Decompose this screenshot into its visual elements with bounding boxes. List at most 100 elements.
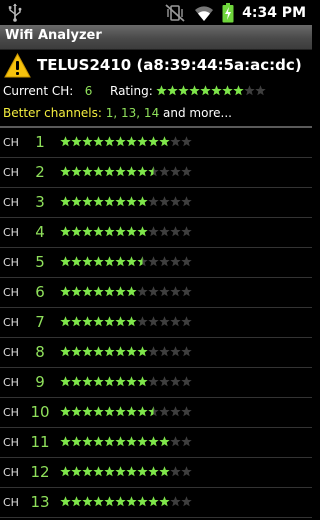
channel-rating-stars — [60, 466, 192, 477]
star-full-icon — [104, 436, 115, 447]
star-empty-icon — [159, 316, 170, 327]
star-full-icon — [104, 346, 115, 357]
channel-row-label: CH — [3, 196, 19, 209]
star-empty-icon — [170, 256, 181, 267]
star-full-icon — [137, 406, 148, 417]
star-full-icon — [71, 376, 82, 387]
channel-row[interactable]: CH 4 — [0, 218, 312, 248]
channel-row-label: CH — [3, 466, 19, 479]
channel-row[interactable]: CH 1 — [0, 128, 312, 158]
wifi-icon — [195, 5, 214, 21]
channel-rating-stars — [60, 226, 192, 237]
star-full-icon — [148, 496, 159, 507]
star-full-icon — [159, 136, 170, 147]
star-empty-icon — [159, 226, 170, 237]
star-full-icon — [159, 466, 170, 477]
channel-row[interactable]: CH 7 — [0, 308, 312, 338]
app-title: Wifi Analyzer — [5, 28, 102, 43]
star-empty-icon — [170, 136, 181, 147]
star-full-icon — [178, 85, 189, 96]
star-full-icon — [159, 436, 170, 447]
star-full-icon — [115, 436, 126, 447]
star-full-icon — [60, 496, 71, 507]
channel-row[interactable]: CH 3 — [0, 188, 312, 218]
star-full-icon — [71, 166, 82, 177]
channel-rating-stars — [60, 196, 192, 207]
star-empty-icon — [170, 316, 181, 327]
star-full-icon — [104, 406, 115, 417]
star-full-icon — [137, 376, 148, 387]
star-full-icon — [82, 226, 93, 237]
better-channels-label: Better channels: — [3, 106, 102, 120]
channel-row[interactable]: CH 8 — [0, 338, 312, 368]
star-full-icon — [137, 346, 148, 357]
star-full-icon — [93, 166, 104, 177]
channel-number: 8 — [35, 343, 45, 361]
star-full-icon — [115, 376, 126, 387]
channel-rating-stars — [60, 286, 192, 297]
star-empty-icon — [148, 346, 159, 357]
star-full-icon — [71, 316, 82, 327]
channel-row-label: CH — [3, 256, 19, 269]
star-full-icon — [82, 256, 93, 267]
star-full-icon — [71, 406, 82, 417]
star-full-icon — [126, 256, 137, 267]
star-full-icon — [82, 406, 93, 417]
star-full-icon — [71, 346, 82, 357]
channel-row[interactable]: CH 13 — [0, 488, 312, 518]
rating-stars — [156, 85, 266, 96]
star-full-icon — [93, 466, 104, 477]
channel-row[interactable]: CH 12 — [0, 458, 312, 488]
channel-row-label: CH — [3, 286, 19, 299]
star-empty-icon — [159, 256, 170, 267]
star-empty-icon — [170, 286, 181, 297]
channel-row[interactable]: CH 11 — [0, 428, 312, 458]
star-empty-icon — [159, 196, 170, 207]
star-full-icon — [148, 136, 159, 147]
star-full-icon — [60, 226, 71, 237]
star-full-icon — [93, 376, 104, 387]
star-empty-icon — [159, 166, 170, 177]
channel-number: 1 — [35, 133, 45, 151]
channel-number: 5 — [35, 253, 45, 271]
star-full-icon — [189, 85, 200, 96]
star-empty-icon — [181, 406, 192, 417]
star-full-icon — [159, 496, 170, 507]
star-full-icon — [126, 436, 137, 447]
channel-row[interactable]: CH 2 — [0, 158, 312, 188]
star-full-icon — [82, 496, 93, 507]
star-full-icon — [104, 226, 115, 237]
channel-row-label: CH — [3, 346, 19, 359]
vibrate-mute-icon — [165, 3, 185, 22]
star-full-icon — [167, 85, 178, 96]
star-full-icon — [82, 376, 93, 387]
star-full-icon — [126, 346, 137, 357]
channel-number: 11 — [30, 433, 50, 451]
star-empty-icon — [181, 376, 192, 387]
star-full-icon — [126, 376, 137, 387]
channel-rating-stars — [60, 316, 192, 327]
channel-row[interactable]: CH 10 — [0, 398, 312, 428]
star-empty-icon — [181, 286, 192, 297]
star-full-icon — [211, 85, 222, 96]
star-full-icon — [115, 256, 126, 267]
star-empty-icon — [170, 376, 181, 387]
star-full-icon — [82, 286, 93, 297]
channel-row[interactable]: CH 9 — [0, 368, 312, 398]
star-empty-icon — [159, 346, 170, 357]
star-full-icon — [71, 466, 82, 477]
star-full-icon — [82, 346, 93, 357]
star-full-icon — [93, 346, 104, 357]
channel-rating-list[interactable]: CH 1 CH 2 CH 3 CH 4 CH 5 CH 6 CH 7 CH 8 CH 9 CH 10 CH 11 CH 12 C… — [0, 128, 312, 518]
star-full-icon — [60, 196, 71, 207]
star-full-icon — [104, 496, 115, 507]
current-channel-label: Current CH: — [3, 84, 74, 98]
star-full-icon — [71, 136, 82, 147]
channel-row[interactable]: CH 5 — [0, 248, 312, 278]
channel-row[interactable]: CH 6 — [0, 278, 312, 308]
star-full-icon — [115, 496, 126, 507]
channel-number: 3 — [35, 193, 45, 211]
star-full-icon — [93, 436, 104, 447]
star-empty-icon — [148, 376, 159, 387]
star-empty-icon — [170, 196, 181, 207]
